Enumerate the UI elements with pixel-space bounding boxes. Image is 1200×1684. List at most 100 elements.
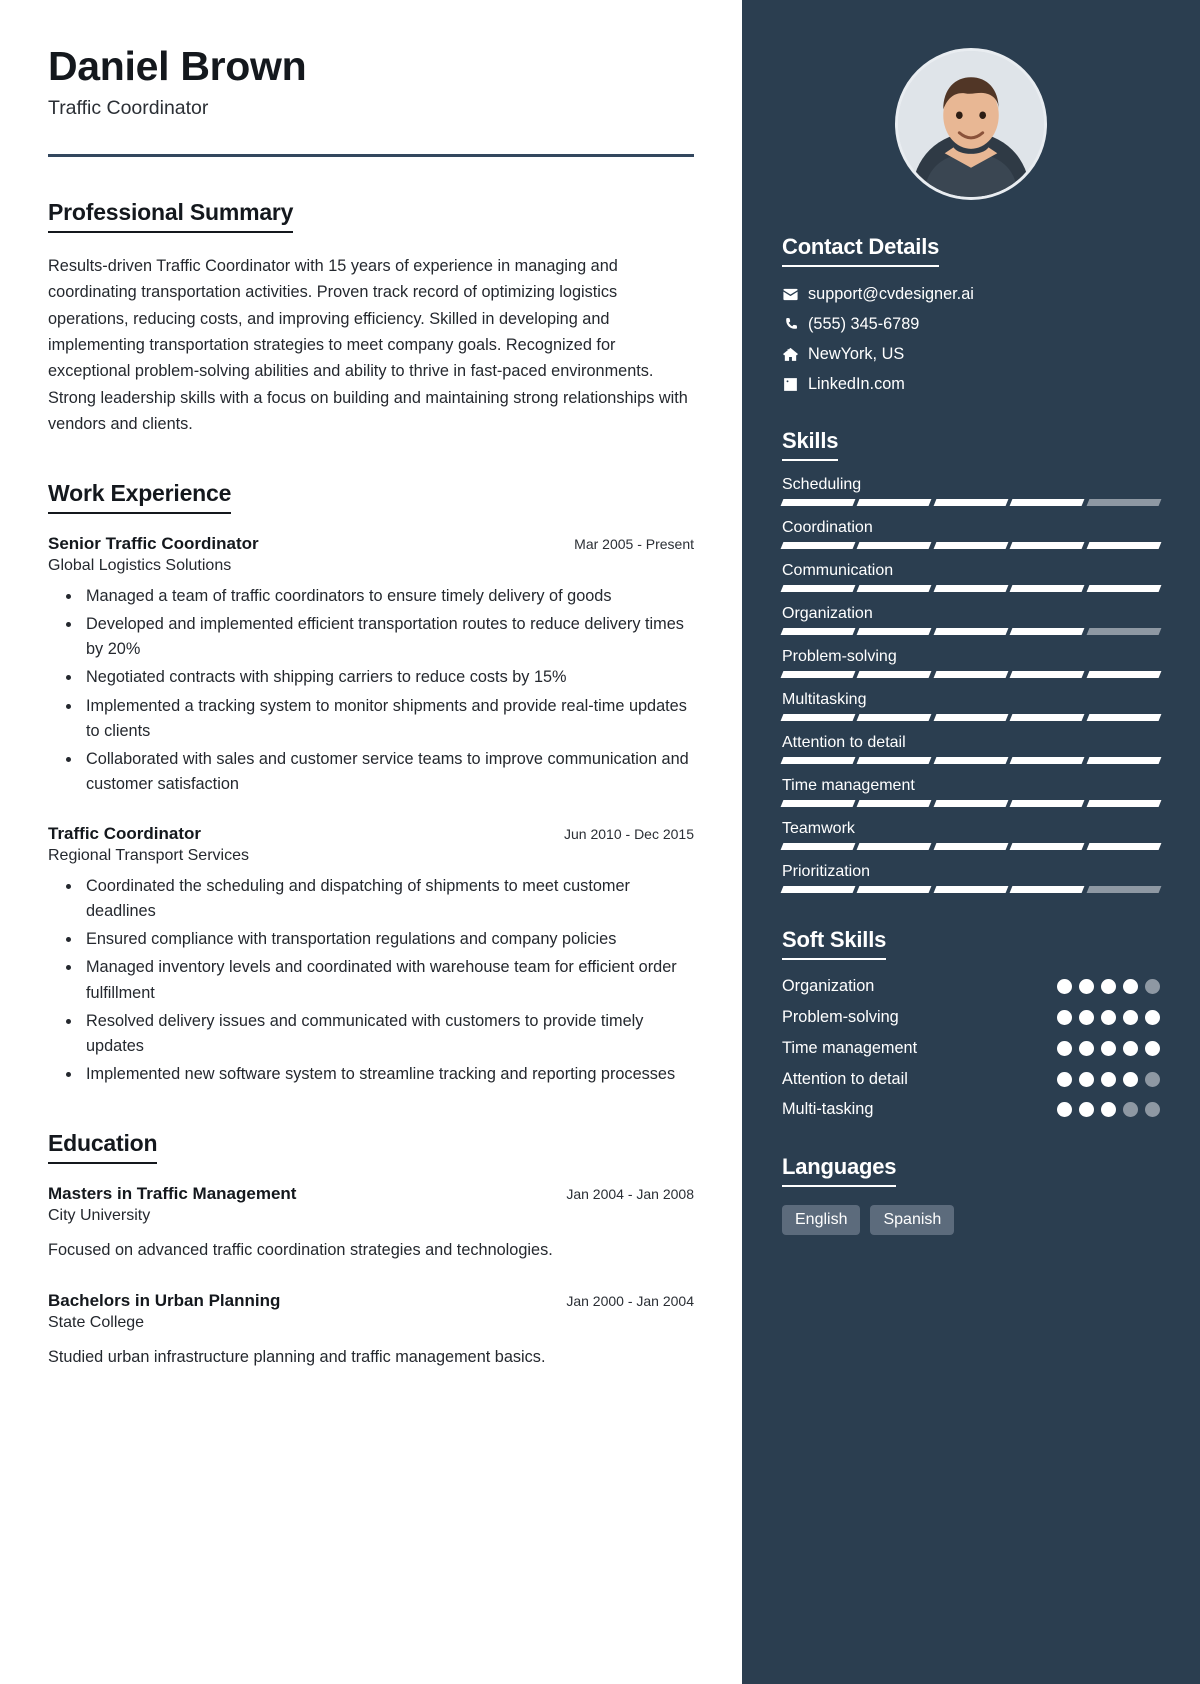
contact-item[interactable]: LinkedIn.com (782, 375, 1160, 394)
skill-level-bar (780, 757, 1162, 764)
skill-label: Attention to detail (782, 734, 906, 751)
section-heading-work: Work Experience (48, 480, 231, 514)
resume-page: Daniel Brown Traffic Coordinator Profess… (0, 0, 1200, 1684)
work-bullet: Implemented a tracking system to monitor… (82, 694, 694, 745)
rating-dot (1123, 1071, 1138, 1087)
section-heading-languages: Languages (782, 1154, 897, 1188)
header-divider (48, 153, 694, 157)
skill-level-bar (780, 585, 1162, 592)
work-bullet: Resolved delivery issues and communicate… (82, 1009, 694, 1060)
language-chip: English (782, 1205, 861, 1236)
main-column: Daniel Brown Traffic Coordinator Profess… (0, 0, 742, 1684)
skill-level-bar (780, 843, 1162, 850)
work-bullet: Negotiated contracts with shipping carri… (82, 665, 694, 690)
skill-row: Attention to detail (780, 734, 1162, 764)
soft-skill-row: Time management (782, 1038, 1160, 1059)
section-professional-summary: Professional Summary Results-driven Traf… (48, 199, 694, 438)
avatar (895, 48, 1047, 200)
skill-level-bar (780, 714, 1162, 721)
skill-row: Time management (780, 777, 1162, 807)
phone-icon (782, 316, 808, 333)
avatar-wrapper (782, 0, 1160, 200)
skill-row: Organization (780, 605, 1162, 635)
work-bullet: Collaborated with sales and customer ser… (82, 747, 694, 798)
soft-skill-label: Multi-tasking (782, 1100, 874, 1119)
skill-label: Scheduling (782, 476, 862, 493)
skill-segment (1009, 757, 1086, 764)
work-role: Traffic Coordinator (48, 823, 202, 843)
skill-row: Prioritization (780, 863, 1162, 893)
skill-segment (1086, 585, 1162, 592)
skill-segment (780, 886, 856, 893)
contact-value: (555) 345-6789 (808, 315, 920, 333)
soft-skill-rating (1057, 978, 1160, 994)
skill-segment (780, 843, 856, 850)
education-dates: Jan 2004 - Jan 2008 (566, 1185, 694, 1202)
languages-list: English Spanish (782, 1205, 1160, 1236)
language-chip: Spanish (870, 1205, 955, 1236)
education-dates: Jan 2000 - Jan 2004 (566, 1292, 694, 1309)
skill-segment (933, 671, 1009, 678)
skill-segment (780, 800, 856, 807)
soft-skill-label: Organization (782, 977, 875, 995)
skill-segment (1086, 671, 1162, 678)
rating-dot (1123, 1040, 1138, 1056)
rating-dot (1101, 978, 1116, 994)
work-experience-list: Senior Traffic Coordinator Mar 2005 - Pr… (48, 534, 694, 1088)
skills-list: Scheduling Coordination Communication Or… (780, 476, 1162, 893)
skill-segment (856, 671, 933, 678)
contact-item[interactable]: NewYork, US (782, 345, 1160, 364)
skill-level-bar (780, 671, 1162, 678)
skill-label: Organization (782, 605, 873, 622)
skill-segment (856, 542, 933, 549)
skill-segment (1009, 800, 1086, 807)
skill-segment (856, 886, 933, 893)
skill-level-bar (780, 800, 1162, 807)
skill-segment (1009, 499, 1086, 506)
skill-segment (780, 499, 856, 506)
skill-row: Scheduling (780, 476, 1162, 506)
rating-dot (1057, 1009, 1072, 1025)
skill-row: Coordination (780, 519, 1162, 549)
skill-segment (856, 800, 933, 807)
rating-dot (1101, 1040, 1116, 1056)
skill-segment (780, 714, 856, 721)
skill-segment (856, 499, 933, 506)
work-organization: Global Logistics Solutions (48, 556, 232, 574)
rating-dot (1123, 978, 1138, 994)
contact-item[interactable]: (555) 345-6789 (782, 315, 1160, 334)
skill-segment (780, 757, 856, 764)
contact-item[interactable]: support@cvdesigner.ai (782, 285, 1160, 304)
work-role: Senior Traffic Coordinator (48, 533, 259, 553)
skill-segment (856, 757, 933, 764)
skill-label: Teamwork (782, 820, 855, 837)
work-bullet: Managed a team of traffic coordinators t… (82, 584, 694, 609)
skill-row: Problem-solving (780, 648, 1162, 678)
work-organization: Regional Transport Services (48, 846, 249, 864)
rating-dot (1145, 1009, 1160, 1025)
soft-skill-label: Problem-solving (782, 1007, 899, 1026)
rating-dot (1145, 1040, 1160, 1056)
rating-dot (1079, 1102, 1094, 1118)
rating-dot (1145, 978, 1160, 994)
soft-skills-list: Organization Problem-solving Time manage… (782, 976, 1160, 1120)
rating-dot (1145, 1102, 1160, 1118)
summary-text: Results-driven Traffic Coordinator with … (48, 256, 688, 434)
soft-skill-row: Attention to detail (782, 1069, 1160, 1090)
section-heading-contact: Contact Details (782, 234, 939, 267)
soft-skill-row: Problem-solving (782, 1007, 1160, 1028)
skill-label: Coordination (782, 519, 873, 536)
education-description: Studied urban infrastructure planning an… (48, 1347, 546, 1366)
contact-value: NewYork, US (808, 345, 905, 363)
skill-segment (933, 843, 1009, 850)
skill-segment (1086, 628, 1162, 635)
education-description: Focused on advanced traffic coordination… (48, 1240, 553, 1259)
soft-skill-rating (1057, 1040, 1160, 1056)
skill-segment (856, 585, 933, 592)
skill-level-bar (780, 886, 1162, 893)
section-soft-skills: Soft Skills Organization Problem-solving… (782, 927, 1160, 1120)
contact-value: LinkedIn.com (808, 375, 905, 393)
skill-segment (933, 628, 1009, 635)
work-entry: Traffic Coordinator Jun 2010 - Dec 2015 … (48, 824, 694, 1088)
skill-segment (780, 542, 856, 549)
